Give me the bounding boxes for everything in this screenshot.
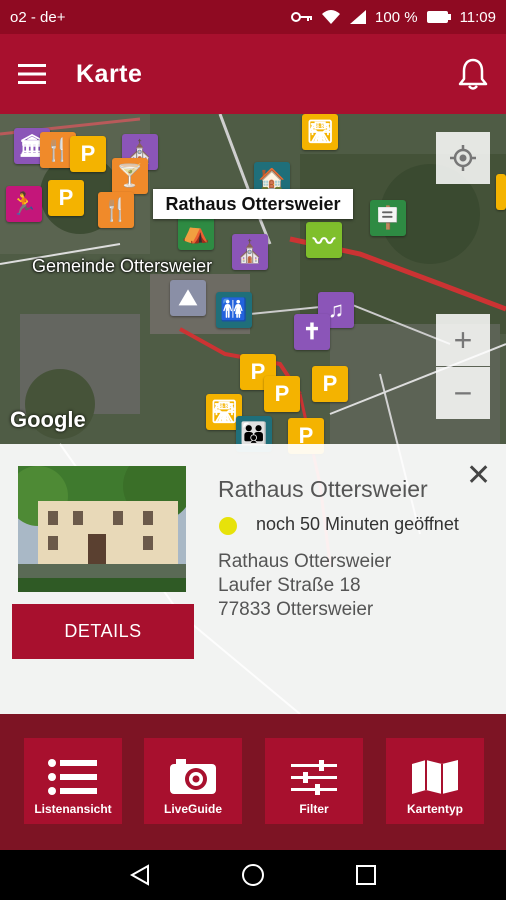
poi-pin-pool[interactable]: 〰 bbox=[306, 222, 342, 258]
address-line-2: Laufer Straße 18 bbox=[218, 575, 361, 596]
carrier-label: o2 - de+ bbox=[10, 8, 66, 26]
battery-label: 100 % bbox=[375, 8, 418, 26]
open-status-indicator bbox=[219, 517, 237, 535]
poi-pin-drink[interactable]: 🍸 bbox=[112, 158, 148, 194]
my-location-button[interactable] bbox=[436, 132, 490, 184]
map-type-button[interactable]: Kartentyp bbox=[386, 738, 484, 824]
hamburger-menu-icon[interactable] bbox=[18, 63, 46, 85]
filter-button[interactable]: Filter bbox=[265, 738, 363, 824]
area-label: Gemeinde Ottersweier bbox=[32, 256, 213, 276]
clock-label: 11:09 bbox=[459, 8, 496, 26]
recents-icon[interactable] bbox=[355, 864, 377, 886]
poi-pin-edge[interactable] bbox=[496, 174, 506, 210]
list-icon bbox=[48, 759, 97, 795]
poi-pin-road[interactable]: 🛣 bbox=[302, 114, 338, 150]
poi-photo bbox=[18, 466, 186, 592]
wifi-icon bbox=[322, 10, 341, 24]
details-button[interactable]: DETAILS bbox=[12, 604, 194, 659]
poi-pin-signpost[interactable]: 🪧 bbox=[370, 200, 406, 236]
poi-address: Rathaus Ottersweier Laufer Straße 18 778… bbox=[218, 550, 391, 622]
bell-icon[interactable] bbox=[458, 58, 488, 90]
zoom-out-button[interactable]: − bbox=[436, 367, 490, 419]
zoom-in-button[interactable]: + bbox=[436, 314, 490, 366]
poi-name: Rathaus Ottersweier bbox=[218, 476, 428, 502]
poi-pin-restaurant-2[interactable]: 🍴 bbox=[98, 192, 134, 228]
back-icon[interactable] bbox=[128, 863, 152, 887]
key-icon bbox=[291, 12, 313, 22]
map-type-label: Kartentyp bbox=[406, 802, 463, 816]
poi-pin-parking-2[interactable]: P bbox=[48, 180, 84, 216]
status-bar: o2 - de+ 100 % 11:09 bbox=[0, 0, 506, 34]
poi-pin-sport[interactable]: 🏃 bbox=[6, 186, 42, 222]
filter-label: Filter bbox=[299, 802, 329, 816]
poi-pin-parking-5[interactable]: P bbox=[312, 366, 348, 402]
address-line-1: Rathaus Ottersweier bbox=[218, 551, 392, 572]
open-status-text: noch 50 Minuten geöffnet bbox=[256, 514, 459, 534]
battery-icon bbox=[426, 11, 451, 23]
sliders-icon bbox=[291, 760, 337, 795]
poi-pin-parking[interactable]: P bbox=[70, 136, 106, 172]
poi-pin-toilets[interactable]: 🚻 bbox=[216, 292, 252, 328]
address-line-3: 77833 Ottersweier bbox=[218, 599, 374, 620]
liveguide-label: LiveGuide bbox=[163, 802, 222, 816]
signal-icon bbox=[350, 10, 367, 24]
poi-pin-leisure[interactable]: ⛺ bbox=[178, 214, 214, 250]
google-attribution: Google bbox=[10, 407, 86, 432]
close-card-button[interactable]: ✕ bbox=[466, 458, 491, 493]
list-view-button[interactable]: Listenansicht bbox=[24, 738, 122, 824]
map-icon bbox=[412, 760, 458, 794]
poi-pin-hut[interactable]: ⛰ bbox=[170, 280, 206, 316]
selected-marker-label: Rathaus Ottersweier bbox=[153, 189, 353, 219]
liveguide-button[interactable]: LiveGuide bbox=[144, 738, 242, 824]
app-bar: Karte bbox=[0, 34, 506, 114]
home-icon[interactable] bbox=[241, 863, 265, 887]
poi-pin-town-hall[interactable]: ⛪ bbox=[232, 234, 268, 270]
camera-icon bbox=[170, 759, 216, 794]
poi-detail-card: Rathaus Ottersweier ✕ noch 50 Minuten ge… bbox=[0, 444, 506, 714]
poi-pin-parking-4[interactable]: P bbox=[264, 376, 300, 412]
system-nav-bar bbox=[0, 850, 506, 900]
crosshair-icon bbox=[450, 145, 476, 171]
poi-pin-cemetery[interactable]: ✝ bbox=[294, 314, 330, 350]
list-view-label: Listenansicht bbox=[34, 802, 112, 816]
page-title: Karte bbox=[76, 59, 143, 88]
bottom-toolbar: Listenansicht LiveGuide Filter Kartentyp bbox=[0, 714, 506, 850]
